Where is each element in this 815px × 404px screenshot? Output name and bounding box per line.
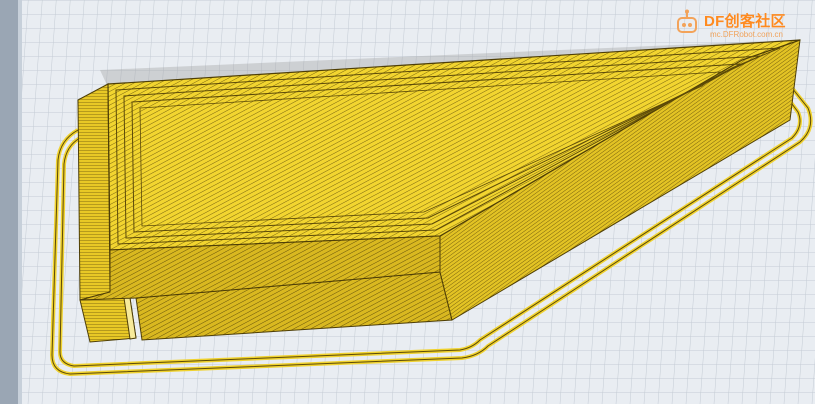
- watermark-site: mc.DFRobot.com.cn: [710, 30, 783, 39]
- object-left-wall: [77, 83, 111, 301]
- build-plate-left-edge-highlight: [18, 0, 22, 404]
- print-preview-viewport[interactable]: DF创客社区 mc.DFRobot.com.cn: [0, 0, 815, 404]
- watermark: DF创客社区 mc.DFRobot.com.cn: [668, 6, 808, 46]
- watermark-brand: DF创客社区: [704, 13, 786, 30]
- build-plate-left-edge: [0, 0, 18, 404]
- robot-logo-icon: [677, 9, 697, 33]
- build-plate-scene[interactable]: [0, 0, 815, 404]
